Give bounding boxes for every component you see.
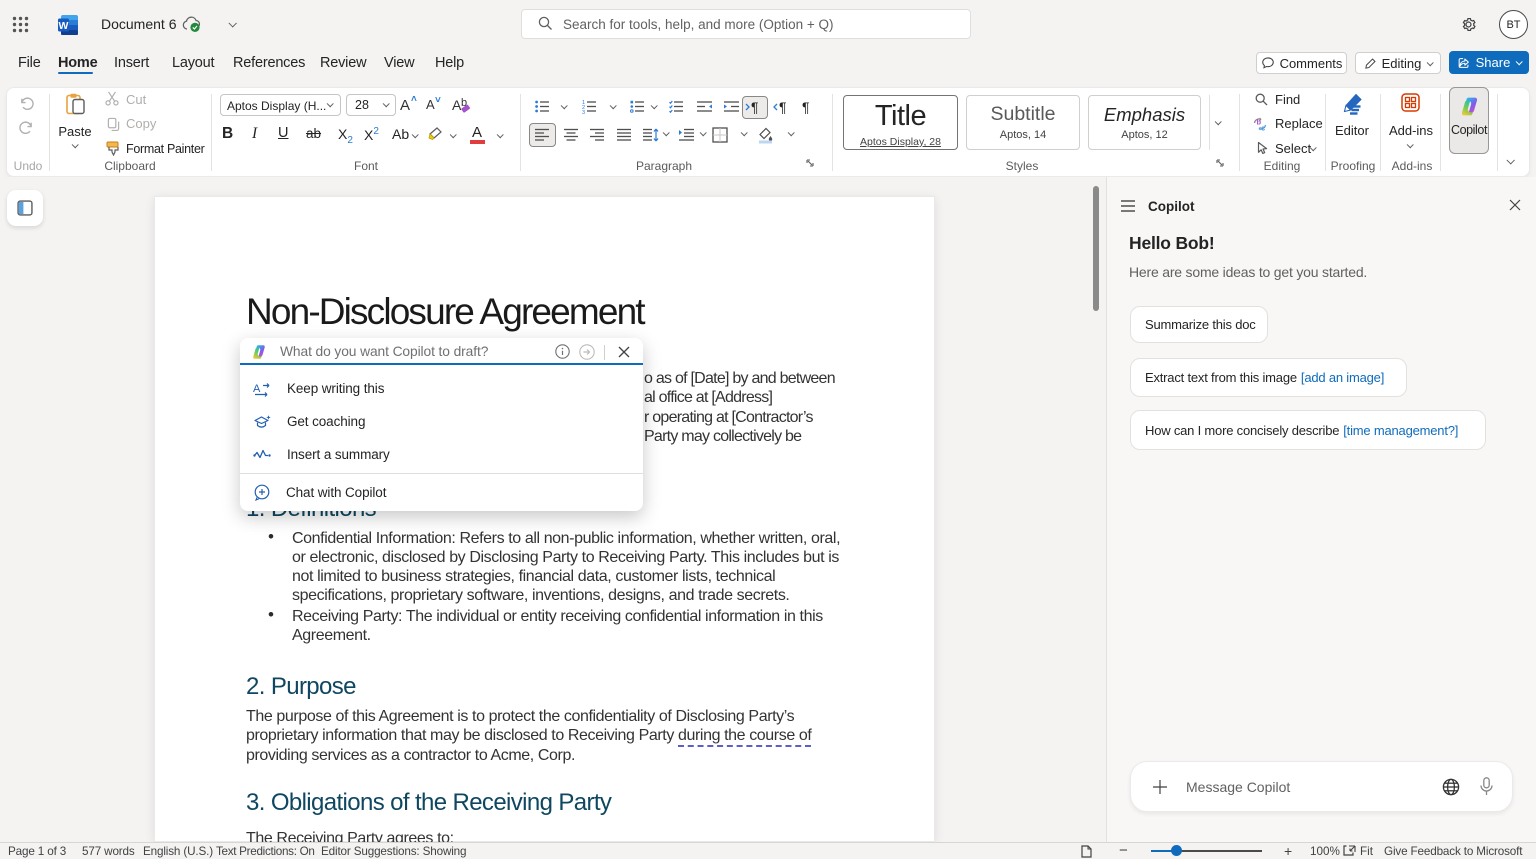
svg-text:c: c <box>1261 124 1265 133</box>
svg-text:W: W <box>59 20 69 32</box>
svg-text:A: A <box>253 383 261 395</box>
svg-text:3: 3 <box>582 110 585 114</box>
